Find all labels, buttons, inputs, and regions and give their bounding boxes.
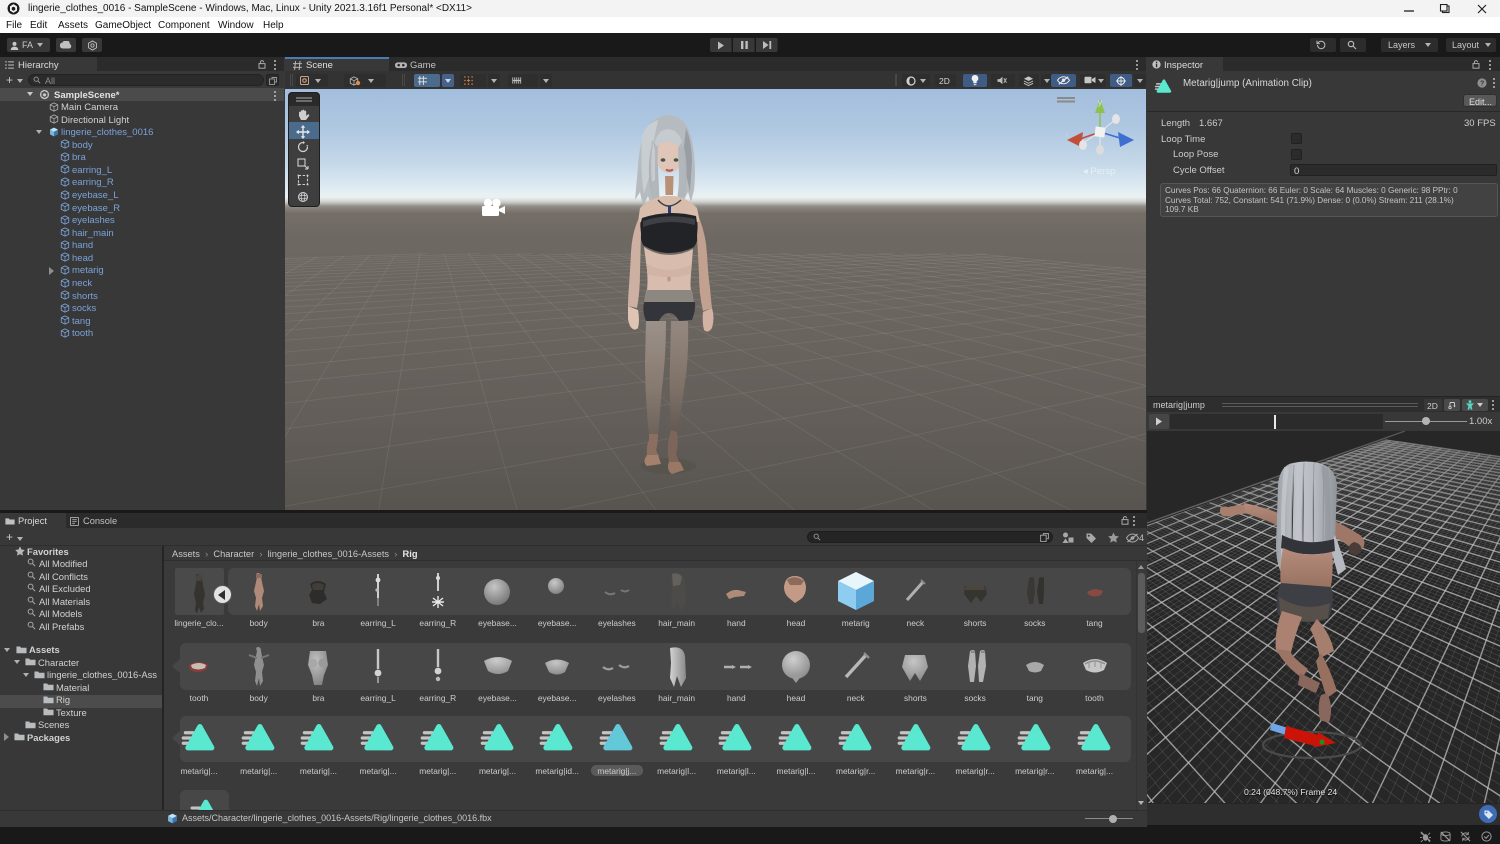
svg-text:?: ? (1480, 81, 1484, 88)
svg-text:z: z (1131, 148, 1135, 155)
svg-text:x: x (1065, 132, 1069, 139)
svg-text:y: y (1098, 98, 1102, 107)
